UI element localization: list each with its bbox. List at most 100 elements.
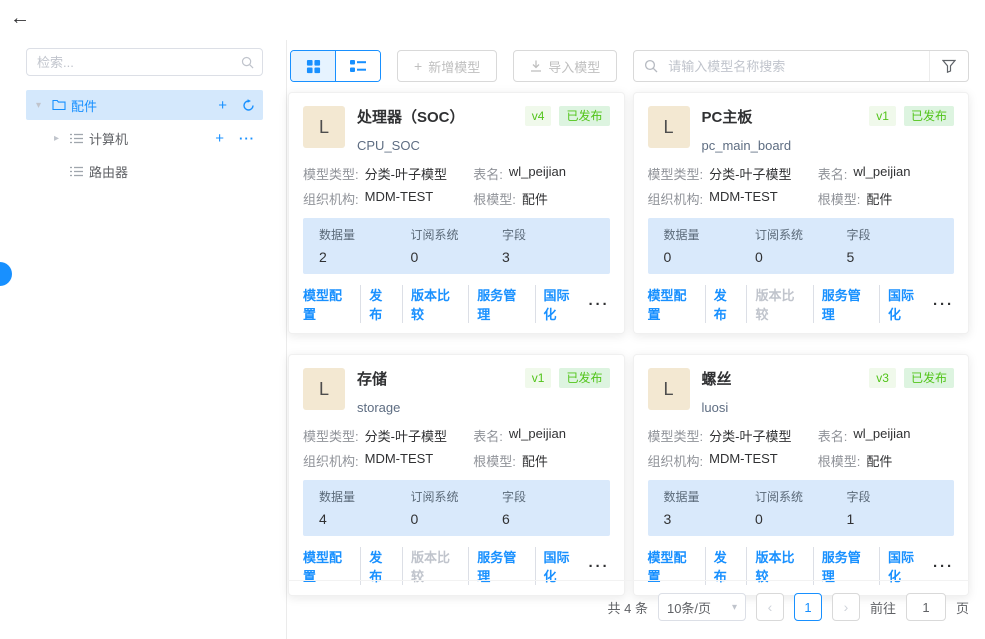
goto-page-input[interactable] [906,593,946,621]
stat-value: 6 [502,511,594,527]
card-fields: 模型类型:分类-叶子模型 表名:wl_peijian 组织机构:MDM-TEST… [303,426,610,470]
node-more-button[interactable]: ··· [239,132,255,145]
action-model-config[interactable]: 模型配置 [303,285,360,323]
sidebar: ▾ 配件 + ▸ 计算机 + ··· [0,40,287,639]
action-service-manage[interactable]: 服务管理 [468,285,534,323]
model-title: 螺丝 [702,368,870,389]
back-button[interactable]: ← [10,8,30,28]
field-label: 表名: [473,164,503,183]
stat-value: 4 [319,511,411,527]
card-header: L 处理器（SOC） CPU_SOC v4 已发布 [303,103,610,153]
field-label: 组织机构: [303,189,359,208]
chevron-down-icon: ▾ [732,602,737,613]
card-header: L 螺丝 luosi v3 已发布 [648,365,955,415]
more-actions-button[interactable]: ··· [589,297,610,312]
field-value: 配件 [522,189,548,208]
filter-button[interactable] [929,51,968,81]
stat-label: 字段 [502,488,594,505]
field-label: 模型类型: [648,164,704,183]
field-label: 根模型: [818,451,861,470]
search-icon [644,59,658,73]
field-value: 分类-叶子模型 [365,164,447,183]
add-model-button[interactable]: + 新增模型 [397,50,497,82]
page-button-1[interactable]: 1 [794,593,822,621]
action-version-compare[interactable]: 版本比较 [746,285,812,323]
list-view-button[interactable] [335,51,380,81]
field-label: 模型类型: [648,426,704,445]
tree-search-input[interactable] [35,54,241,71]
action-model-config[interactable]: 模型配置 [648,285,705,323]
more-actions-button[interactable]: ··· [933,559,954,574]
field-label: 表名: [818,426,848,445]
caret-right-icon[interactable]: ▸ [54,133,70,144]
import-icon [530,60,542,72]
card-stats: 数据量3 订阅系统0 字段1 [648,480,955,536]
page-size-select[interactable]: 10条/页 ▾ [658,593,746,621]
stat-value: 1 [847,511,939,527]
refresh-icon[interactable] [242,99,255,112]
model-search-input[interactable] [666,58,929,75]
field-value: 配件 [866,451,892,470]
add-model-label: 新增模型 [428,57,480,76]
field-value: MDM-TEST [709,189,778,208]
status-badge: 已发布 [904,106,954,126]
stat-value: 0 [664,249,756,265]
import-model-button[interactable]: 导入模型 [513,50,617,82]
stat-label: 数据量 [319,488,411,505]
model-avatar: L [303,368,345,410]
model-code: storage [357,400,525,415]
tree-node-label: 计算机 [89,129,200,148]
card-view-button[interactable] [291,51,335,81]
next-page-button[interactable]: › [832,593,860,621]
card-header: L PC主板 pc_main_board v1 已发布 [648,103,955,153]
stat-label: 数据量 [319,226,411,243]
card-stats: 数据量4 订阅系统0 字段6 [303,480,610,536]
field-label: 根模型: [818,189,861,208]
stat-value: 0 [411,249,503,265]
field-label: 组织机构: [648,189,704,208]
version-badge: v3 [869,368,896,388]
stat-label: 数据量 [664,488,756,505]
more-actions-button[interactable]: ··· [589,559,610,574]
action-publish[interactable]: 发布 [360,285,402,323]
tree-node-luyouqi[interactable]: 路由器 [26,156,263,186]
tree-node-peijian[interactable]: ▾ 配件 + [26,90,263,120]
stat-label: 订阅系统 [411,226,503,243]
stat-label: 字段 [847,488,939,505]
action-i18n[interactable]: 国际化 [535,285,589,323]
main-content: + 新增模型 导入模型 [288,0,985,639]
total-count: 共 4 条 [608,598,648,617]
list-icon [70,166,89,177]
list-view-icon [350,59,366,73]
tree-node-label: 配件 [71,96,203,115]
field-value: wl_peijian [853,426,910,445]
status-badge: 已发布 [559,106,609,126]
search-icon [241,56,254,69]
plus-icon: + [414,59,422,73]
action-i18n[interactable]: 国际化 [879,285,933,323]
field-value: MDM-TEST [709,451,778,470]
app-screen: ← ▾ 配件 + ▸ [0,0,985,639]
add-child-node-button[interactable]: + [218,98,227,113]
version-badge: v1 [525,368,552,388]
status-badge: 已发布 [904,368,954,388]
prev-page-button[interactable]: ‹ [756,593,784,621]
field-value: 配件 [522,451,548,470]
action-version-compare[interactable]: 版本比较 [402,285,468,323]
model-title: PC主板 [702,106,870,127]
model-card-grid: L 处理器（SOC） CPU_SOC v4 已发布 模型类型:分类-叶子模型 表… [288,92,969,596]
goto-label: 前往 [870,598,896,617]
model-card: L 处理器（SOC） CPU_SOC v4 已发布 模型类型:分类-叶子模型 表… [288,92,625,334]
card-header: L 存储 storage v1 已发布 [303,365,610,415]
tree-node-jisuanji[interactable]: ▸ 计算机 + ··· [26,123,263,153]
caret-down-icon[interactable]: ▾ [36,100,52,111]
field-value: 分类-叶子模型 [709,426,791,445]
card-fields: 模型类型:分类-叶子模型 表名:wl_peijian 组织机构:MDM-TEST… [648,164,955,208]
action-service-manage[interactable]: 服务管理 [813,285,879,323]
add-child-node-button[interactable]: + [215,131,224,146]
stat-value: 0 [755,249,847,265]
action-publish[interactable]: 发布 [705,285,747,323]
stat-value: 3 [664,511,756,527]
more-actions-button[interactable]: ··· [933,297,954,312]
model-code: pc_main_board [702,138,870,153]
